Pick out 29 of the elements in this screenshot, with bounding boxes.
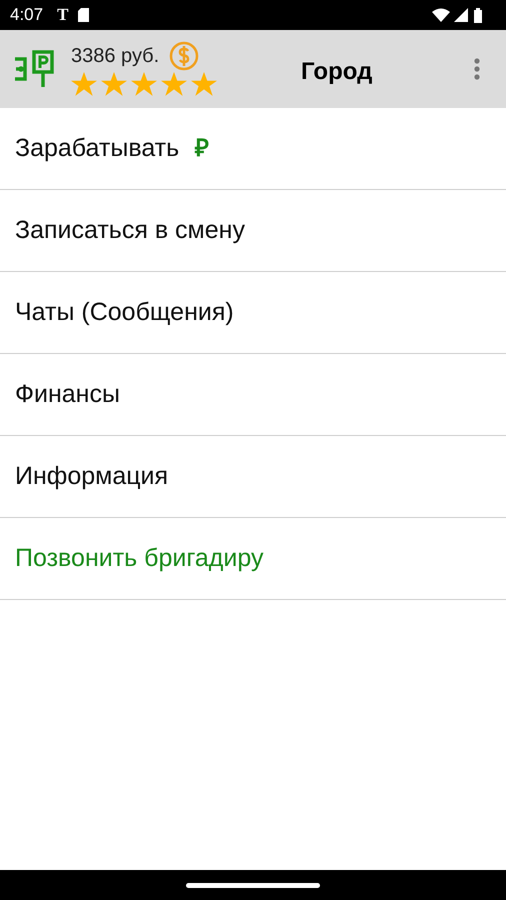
menu-item[interactable]: Записаться в смену [0,190,506,272]
star-icon [191,72,217,97]
star-icon [131,72,157,97]
menu-item-label: Финансы [15,378,120,410]
menu-item-label: Позвонить бригадиру [15,542,264,574]
more-options-icon[interactable] [474,58,480,80]
wifi-icon [432,8,450,22]
signal-icon [454,8,468,22]
menu-item-label: Записаться в смену [15,214,245,246]
menu-item[interactable]: Информация [0,436,506,518]
menu-item[interactable]: Финансы [0,354,506,436]
ruble-sign: ₽ [195,134,210,164]
star-icon [101,72,127,97]
status-time: 4:07 [10,4,44,26]
home-indicator[interactable] [186,882,320,888]
star-icon [161,72,187,97]
menu-item[interactable]: Зарабатывать ₽ [0,108,506,190]
menu-item-label: Информация [15,460,168,492]
status-glyph: T [57,4,68,26]
star-icon [71,72,97,97]
screen-title: Город [301,57,372,87]
menu-item[interactable]: Чаты (Сообщения) [0,272,506,354]
balance-text: 3386 руб. [71,44,160,69]
dollar-coin-icon [169,41,200,71]
menu-item-label: Чаты (Сообщения) [15,296,234,328]
battery-icon [474,8,482,22]
sd-card-icon [78,8,90,22]
menu-item[interactable]: Позвонить бригадиру [0,518,506,600]
menu-item-label: Зарабатывать [15,132,180,164]
